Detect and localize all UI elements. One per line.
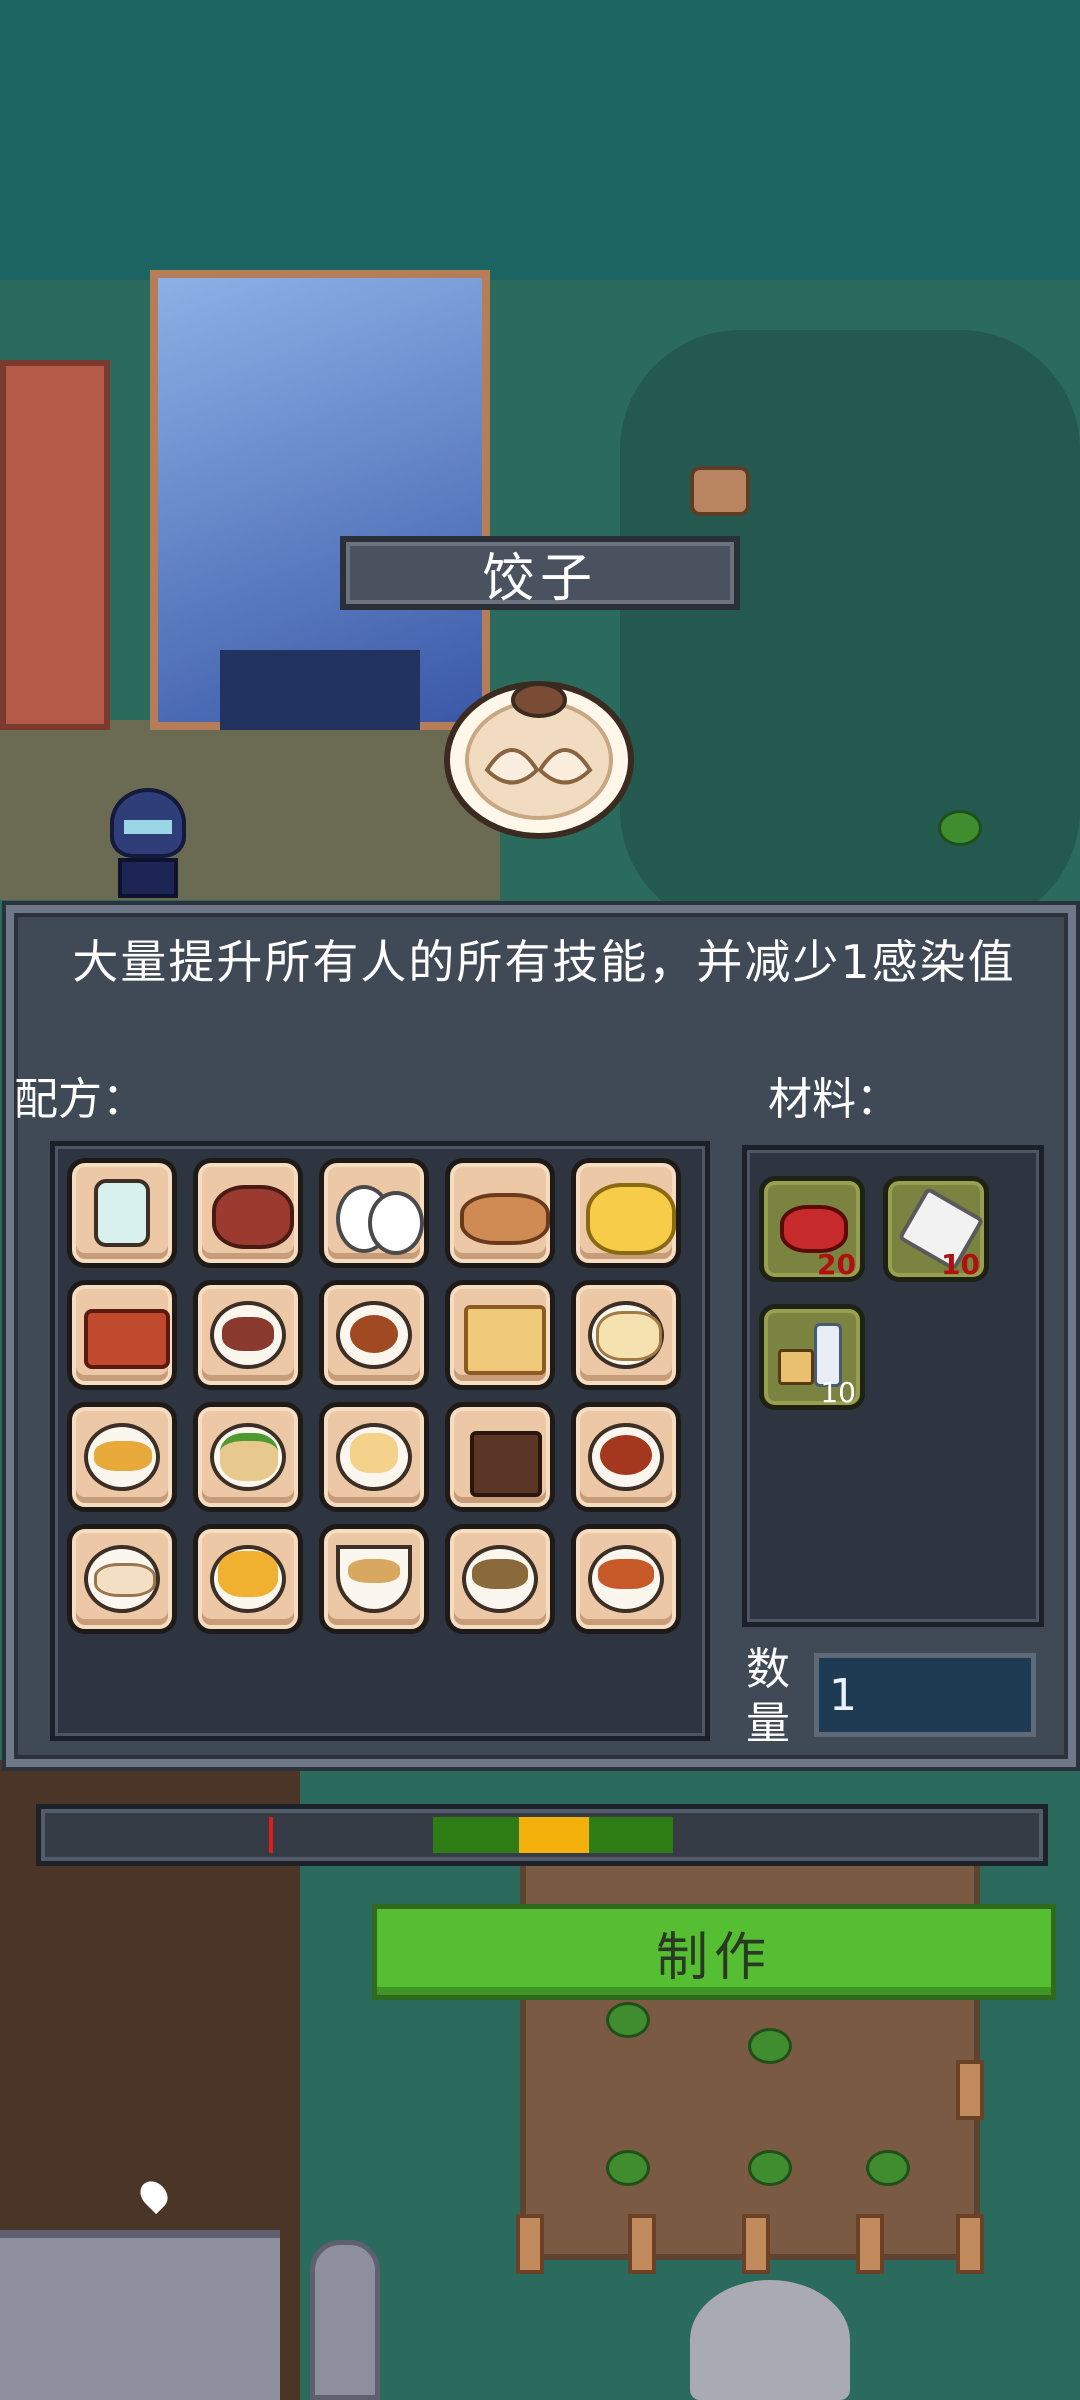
recipe-slot-stew-bowl[interactable] bbox=[571, 1524, 681, 1634]
tent-entrance bbox=[220, 650, 420, 730]
recipe-slot-spaghetti[interactable] bbox=[319, 1280, 429, 1390]
material-count: 10 bbox=[820, 1376, 856, 1409]
meter-green-zone-left bbox=[433, 1817, 519, 1853]
noodle-soup-icon bbox=[324, 1529, 424, 1629]
recipe-slot-meat-platter[interactable] bbox=[193, 1280, 303, 1390]
scrambled-eggs-icon bbox=[576, 1163, 676, 1263]
recipe-slot-toast[interactable] bbox=[445, 1280, 555, 1390]
dish-title: 饺子 bbox=[340, 536, 740, 610]
crafting-panel: 大量提升所有人的所有技能，并减少1感染值 配方： 材料： 20 10 10 数量 1 bbox=[6, 905, 1076, 1767]
water-glass-icon bbox=[72, 1163, 172, 1263]
crop-sprite bbox=[748, 2028, 792, 2064]
stone-patio bbox=[0, 720, 500, 900]
meter-orange-zone bbox=[519, 1817, 589, 1853]
craft-button[interactable]: 制作 bbox=[372, 1904, 1056, 2000]
recipe-grid bbox=[67, 1158, 681, 1634]
fence-post bbox=[956, 2060, 984, 2120]
recipe-slot-steak[interactable] bbox=[193, 1158, 303, 1268]
crop-sprite bbox=[606, 2002, 650, 2038]
rock-pile bbox=[690, 2280, 850, 2400]
materials-grid: 20 10 10 bbox=[759, 1176, 993, 1414]
salad-bowl-icon bbox=[450, 1529, 550, 1629]
dumplings-icon bbox=[72, 1529, 172, 1629]
recipe-slot-meatballs[interactable] bbox=[571, 1402, 681, 1512]
player-character[interactable] bbox=[110, 788, 186, 898]
recipe-slot-salad-bowl[interactable] bbox=[445, 1524, 555, 1634]
bread-icon bbox=[450, 1163, 550, 1263]
recipe-slot-cake-slice[interactable] bbox=[445, 1402, 555, 1512]
quantity-input[interactable]: 1 bbox=[814, 1653, 1036, 1737]
fence-post bbox=[628, 2214, 656, 2274]
materials-list: 20 10 10 bbox=[742, 1145, 1044, 1627]
tree-canopy bbox=[620, 330, 1080, 930]
sandwich-icon bbox=[198, 1407, 298, 1507]
player-body bbox=[118, 858, 178, 898]
recipe-slot-scrambled-eggs[interactable] bbox=[571, 1158, 681, 1268]
stone-wall bbox=[0, 2230, 280, 2400]
bush-sprite bbox=[938, 810, 982, 846]
crop-sprite bbox=[866, 2150, 910, 2186]
dish-description: 大量提升所有人的所有技能，并减少1感染值 bbox=[72, 935, 1016, 989]
recipe-slot-rice-omelette[interactable] bbox=[193, 1524, 303, 1634]
recipe-list bbox=[50, 1141, 710, 1741]
bread-plate-icon bbox=[324, 1407, 424, 1507]
recipe-slot-taco[interactable] bbox=[67, 1402, 177, 1512]
player-visor bbox=[124, 820, 172, 834]
cat-sprite[interactable] bbox=[690, 466, 750, 516]
cake-slice-icon bbox=[450, 1407, 550, 1507]
steak-icon bbox=[198, 1163, 298, 1263]
stew-bowl-icon bbox=[576, 1529, 676, 1629]
material-slot-raw-meat[interactable]: 20 bbox=[759, 1176, 865, 1282]
fence-post bbox=[856, 2214, 884, 2274]
material-slot-seasoning[interactable]: 10 bbox=[759, 1304, 865, 1410]
pancake-icon bbox=[576, 1285, 676, 1385]
meatballs-icon bbox=[576, 1407, 676, 1507]
meter-cursor bbox=[269, 1817, 273, 1853]
spaghetti-icon bbox=[324, 1285, 424, 1385]
bacon-icon bbox=[72, 1285, 172, 1385]
material-slot-flour[interactable]: 10 bbox=[883, 1176, 989, 1282]
recipe-slot-bread[interactable] bbox=[445, 1158, 555, 1268]
toast-icon bbox=[450, 1285, 550, 1385]
red-tent bbox=[0, 360, 110, 730]
material-count: 10 bbox=[941, 1248, 980, 1281]
recipe-slot-sandwich[interactable] bbox=[193, 1402, 303, 1512]
recipe-slot-bacon[interactable] bbox=[67, 1280, 177, 1390]
cooking-timing-meter[interactable] bbox=[36, 1804, 1048, 1866]
dumplings-icon bbox=[444, 681, 634, 839]
eggs-icon bbox=[324, 1163, 424, 1263]
meter-green-zone-right bbox=[589, 1817, 673, 1853]
recipe-slot-eggs[interactable] bbox=[319, 1158, 429, 1268]
recipe-label: 配方： bbox=[14, 1074, 146, 1125]
fence-post bbox=[516, 2214, 544, 2274]
crop-sprite bbox=[748, 2150, 792, 2186]
stone-pillar bbox=[310, 2240, 380, 2400]
taco-icon bbox=[72, 1407, 172, 1507]
fence-post bbox=[742, 2214, 770, 2274]
recipe-slot-dumplings[interactable] bbox=[67, 1524, 177, 1634]
recipe-slot-water-glass[interactable] bbox=[67, 1158, 177, 1268]
recipe-slot-pancake[interactable] bbox=[571, 1280, 681, 1390]
recipe-slot-noodle-soup[interactable] bbox=[319, 1524, 429, 1634]
rice-omelette-icon bbox=[198, 1529, 298, 1629]
recipe-slot-bread-plate[interactable] bbox=[319, 1402, 429, 1512]
materials-label: 材料： bbox=[768, 1074, 900, 1125]
quantity-label: 数量 bbox=[746, 1644, 790, 1749]
fence-post bbox=[956, 2214, 984, 2274]
meat-platter-icon bbox=[198, 1285, 298, 1385]
crop-sprite bbox=[606, 2150, 650, 2186]
material-count: 20 bbox=[817, 1248, 856, 1281]
